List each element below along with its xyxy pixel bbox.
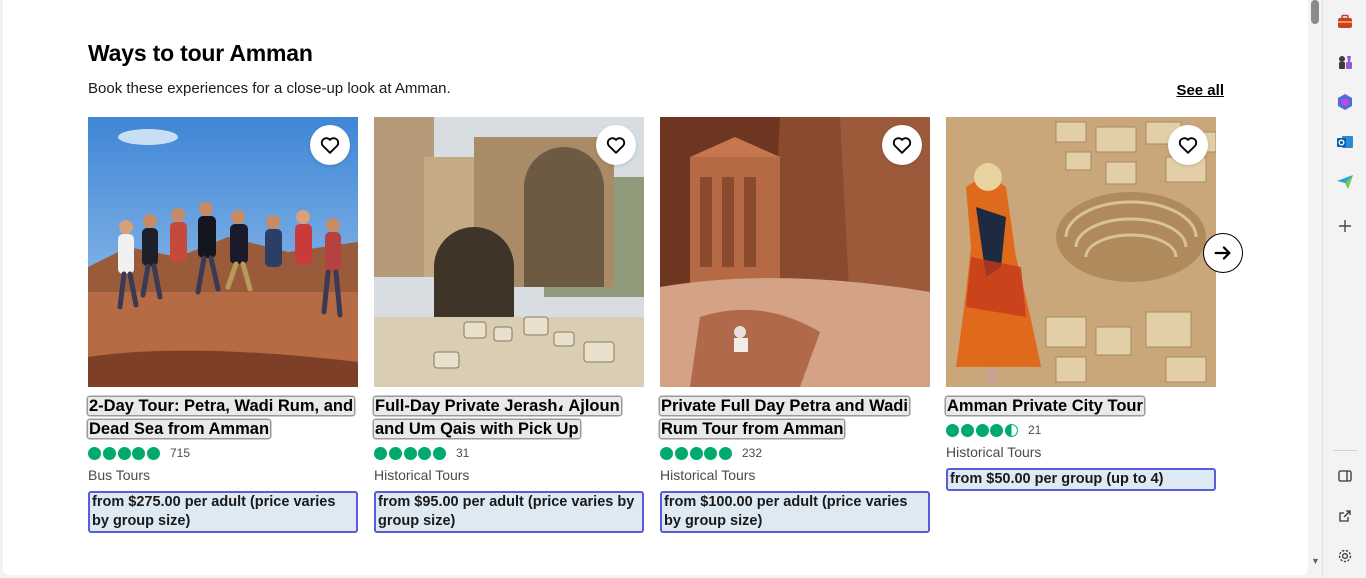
tour-card[interactable]: Amman Private City Tour 21 Historical To… [946, 117, 1216, 491]
card-image-container[interactable] [374, 117, 644, 387]
card-title-link[interactable]: Private Full Day Petra and Wadi Rum Tour… [660, 397, 909, 438]
price-label[interactable]: from $275.00 per adult (price varies by … [88, 491, 358, 533]
tour-card[interactable]: Full-Day Private Jerash، Ajloun and Um Q… [374, 117, 644, 533]
sidebar-games-button[interactable] [1331, 48, 1359, 76]
heart-icon [892, 137, 912, 154]
sidebar-split-screen-button[interactable] [1331, 462, 1359, 490]
save-favorite-button[interactable] [596, 125, 636, 165]
copilot-icon [1338, 94, 1352, 110]
arrow-right-icon [1214, 246, 1231, 260]
see-all-link[interactable]: See all [1176, 82, 1224, 99]
card-title-link[interactable]: 2-Day Tour: Petra, Wadi Rum, and Dead Se… [88, 397, 355, 438]
plus-icon [1339, 220, 1351, 232]
tour-card[interactable]: 2-Day Tour: Petra, Wadi Rum, and Dead Se… [88, 117, 358, 533]
split-screen-icon [1338, 470, 1352, 482]
tour-category: Bus Tours [88, 467, 150, 483]
rating-bubbles: 232 [660, 444, 930, 462]
sidebar-send-button[interactable] [1331, 168, 1359, 196]
price-label[interactable]: from $100.00 per adult (price varies by … [660, 491, 930, 533]
send-icon [1337, 175, 1353, 189]
tour-card[interactable]: Private Full Day Petra and Wadi Rum Tour… [660, 117, 930, 533]
rating-bubbles: 715 [88, 444, 358, 462]
briefcase-icon [1338, 14, 1352, 28]
outlook-icon [1337, 136, 1353, 148]
chess-icon [1339, 56, 1352, 69]
browser-sidebar [1322, 0, 1366, 578]
scrollbar-thumb[interactable] [1311, 0, 1319, 24]
review-count: 21 [1027, 423, 1042, 437]
tour-category: Historical Tours [374, 467, 470, 483]
save-favorite-button[interactable] [1168, 125, 1208, 165]
sidebar-outlook-button[interactable] [1331, 128, 1359, 156]
review-count: 715 [169, 446, 191, 460]
heart-icon [1178, 137, 1198, 154]
card-title-link[interactable]: Full-Day Private Jerash، Ajloun and Um Q… [374, 397, 621, 438]
carousel-next-button[interactable] [1203, 233, 1243, 273]
review-count: 232 [741, 446, 763, 460]
page-scrollbar[interactable]: ▼ [1308, 0, 1322, 578]
external-link-icon [1339, 510, 1351, 522]
rating-bubbles: 31 [374, 444, 644, 462]
tour-category: Historical Tours [946, 444, 1042, 460]
settings-icon [1338, 549, 1352, 563]
sidebar-add-button[interactable] [1331, 212, 1359, 240]
heart-icon [320, 137, 340, 154]
page-viewport: Ways to tour Amman Book these experience… [3, 0, 1308, 575]
price-label[interactable]: from $50.00 per group (up to 4) [946, 468, 1216, 491]
review-count: 31 [455, 446, 470, 460]
card-title-link[interactable]: Amman Private City Tour [946, 397, 1144, 415]
rating-bubbles: 21 [946, 421, 1216, 439]
heart-icon [606, 137, 626, 154]
sidebar-open-external-button[interactable] [1331, 502, 1359, 530]
card-image-container[interactable] [88, 117, 358, 387]
scroll-down-arrow-icon[interactable]: ▼ [1311, 556, 1320, 566]
card-image-container[interactable] [660, 117, 930, 387]
price-label[interactable]: from $95.00 per adult (price varies by g… [374, 491, 644, 533]
save-favorite-button[interactable] [882, 125, 922, 165]
section-title: Ways to tour Amman [88, 40, 313, 66]
save-favorite-button[interactable] [310, 125, 350, 165]
sidebar-tools-button[interactable] [1331, 8, 1359, 36]
sidebar-settings-button[interactable] [1331, 542, 1359, 570]
sidebar-copilot-button[interactable] [1331, 88, 1359, 116]
section-subtitle: Book these experiences for a close-up lo… [88, 80, 451, 97]
tour-category: Historical Tours [660, 467, 756, 483]
card-image-container[interactable] [946, 117, 1216, 387]
